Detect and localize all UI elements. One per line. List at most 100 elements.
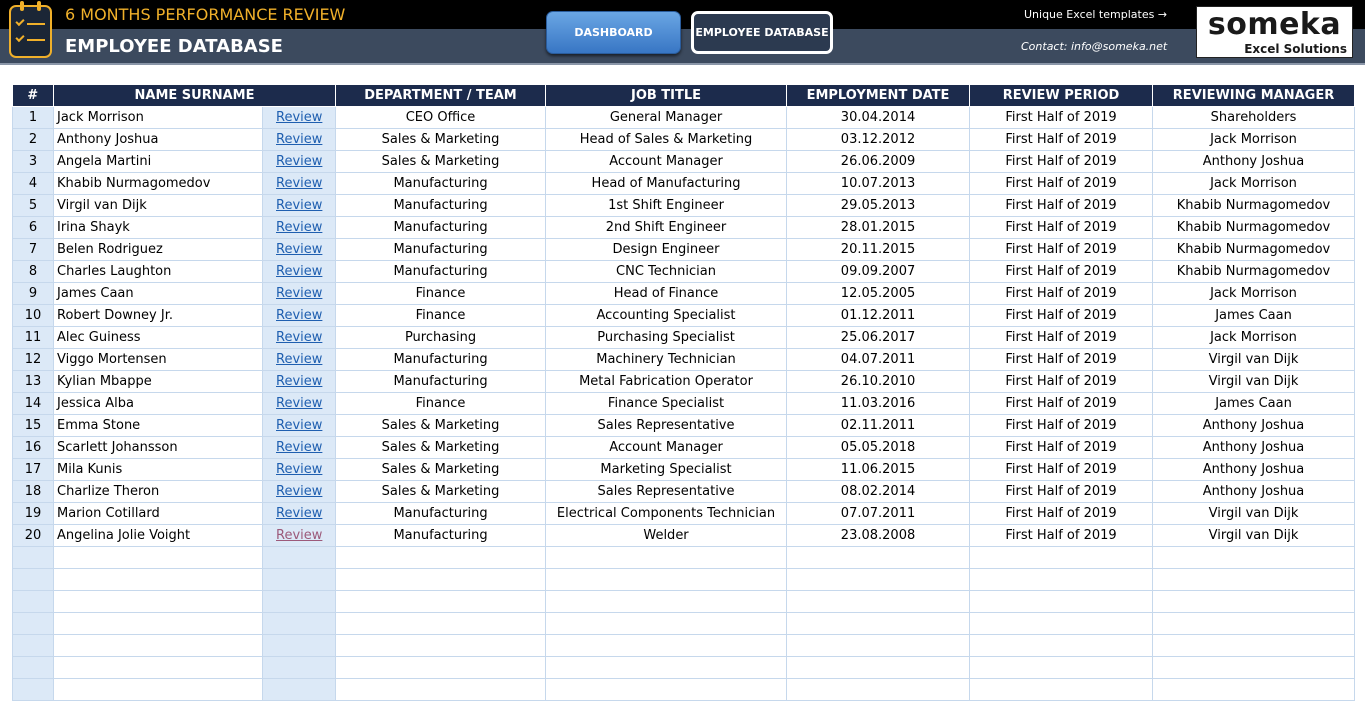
empty-cell[interactable] [261, 545, 337, 569]
table-row: 18 Charlize Theron Review Sales & Marketing… [12, 479, 1356, 503]
empty-cell[interactable] [12, 633, 54, 657]
empty-cell[interactable] [335, 633, 547, 657]
employment-date: 12.05.2005 [786, 281, 971, 305]
empty-cell[interactable] [335, 567, 547, 591]
review-link[interactable]: Review [276, 396, 322, 411]
row-number: 1 [12, 105, 54, 129]
employee-name: Alec Guiness [53, 325, 263, 349]
review-period: First Half of 2019 [969, 479, 1154, 503]
empty-cell[interactable] [53, 545, 263, 569]
empty-cell[interactable] [53, 611, 263, 635]
review-link[interactable]: Review [276, 242, 322, 257]
empty-cell[interactable] [969, 589, 1154, 613]
review-link[interactable]: Review [276, 374, 322, 389]
empty-cell[interactable] [335, 545, 547, 569]
review-link[interactable]: Review [276, 198, 322, 213]
empty-cell[interactable] [786, 567, 971, 591]
empty-cell[interactable] [53, 567, 263, 591]
empty-cell[interactable] [53, 589, 263, 613]
empty-cell[interactable] [969, 611, 1154, 635]
review-link[interactable]: Review [276, 462, 322, 477]
empty-cell[interactable] [786, 545, 971, 569]
review-link[interactable]: Review [276, 528, 322, 543]
empty-cell[interactable] [969, 633, 1154, 657]
empty-cell[interactable] [969, 677, 1154, 701]
empty-cell[interactable] [12, 611, 54, 635]
review-link[interactable]: Review [276, 308, 322, 323]
review-link[interactable]: Review [276, 176, 322, 191]
review-link[interactable]: Review [276, 154, 322, 169]
empty-cell[interactable] [261, 633, 337, 657]
review-cell: Review [261, 347, 337, 371]
empty-cell[interactable] [786, 611, 971, 635]
empty-cell[interactable] [261, 677, 337, 701]
col-header-name: NAME SURNAME [53, 85, 337, 107]
empty-cell[interactable] [53, 677, 263, 701]
empty-cell[interactable] [1152, 545, 1356, 569]
row-number: 11 [12, 325, 54, 349]
review-link[interactable]: Review [276, 440, 322, 455]
empty-cell[interactable] [53, 655, 263, 679]
review-period: First Half of 2019 [969, 435, 1154, 459]
review-cell: Review [261, 303, 337, 327]
empty-cell[interactable] [335, 611, 547, 635]
review-link[interactable]: Review [276, 264, 322, 279]
review-link[interactable]: Review [276, 286, 322, 301]
empty-cell[interactable] [335, 655, 547, 679]
empty-cell[interactable] [969, 545, 1154, 569]
dashboard-button[interactable]: DASHBOARD [546, 11, 681, 54]
review-link[interactable]: Review [276, 220, 322, 235]
empty-cell[interactable] [1152, 633, 1356, 657]
empty-cell[interactable] [12, 589, 54, 613]
empty-cell[interactable] [261, 611, 337, 635]
empty-cell[interactable] [786, 589, 971, 613]
empty-cell[interactable] [12, 655, 54, 679]
empty-cell[interactable] [545, 567, 788, 591]
empty-cell[interactable] [545, 545, 788, 569]
empty-cell[interactable] [786, 677, 971, 701]
review-link[interactable]: Review [276, 330, 322, 345]
row-number: 9 [12, 281, 54, 305]
empty-cell[interactable] [335, 589, 547, 613]
someka-logo[interactable]: someka Excel Solutions [1196, 6, 1353, 58]
employee-name: Emma Stone [53, 413, 263, 437]
review-link[interactable]: Review [276, 132, 322, 147]
review-link[interactable]: Review [276, 506, 322, 521]
empty-cell[interactable] [335, 677, 547, 701]
empty-cell[interactable] [1152, 567, 1356, 591]
empty-cell[interactable] [969, 567, 1154, 591]
empty-cell[interactable] [1152, 677, 1356, 701]
review-link[interactable]: Review [276, 352, 322, 367]
reviewing-manager: Anthony Joshua [1152, 435, 1356, 459]
empty-cell[interactable] [261, 567, 337, 591]
empty-cell[interactable] [545, 589, 788, 613]
review-link[interactable]: Review [276, 484, 322, 499]
empty-cell[interactable] [261, 655, 337, 679]
empty-row [12, 655, 1356, 679]
empty-cell[interactable] [545, 611, 788, 635]
empty-cell[interactable] [12, 677, 54, 701]
templates-link[interactable]: Unique Excel templates → [1024, 8, 1167, 21]
employee-database-button[interactable]: EMPLOYEE DATABASE [691, 11, 833, 54]
empty-cell[interactable] [261, 589, 337, 613]
review-link[interactable]: Review [276, 110, 322, 125]
review-period: First Half of 2019 [969, 281, 1154, 305]
department: Manufacturing [335, 369, 547, 393]
employee-name: Irina Shayk [53, 215, 263, 239]
empty-cell[interactable] [1152, 589, 1356, 613]
empty-cell[interactable] [786, 655, 971, 679]
employment-date: 08.02.2014 [786, 479, 971, 503]
empty-cell[interactable] [969, 655, 1154, 679]
review-link[interactable]: Review [276, 418, 322, 433]
empty-cell[interactable] [545, 655, 788, 679]
empty-cell[interactable] [12, 567, 54, 591]
empty-cell[interactable] [12, 545, 54, 569]
empty-cell[interactable] [545, 633, 788, 657]
empty-cell[interactable] [53, 633, 263, 657]
review-period: First Half of 2019 [969, 127, 1154, 151]
employment-date: 29.05.2013 [786, 193, 971, 217]
empty-cell[interactable] [1152, 611, 1356, 635]
empty-cell[interactable] [786, 633, 971, 657]
empty-cell[interactable] [545, 677, 788, 701]
empty-cell[interactable] [1152, 655, 1356, 679]
